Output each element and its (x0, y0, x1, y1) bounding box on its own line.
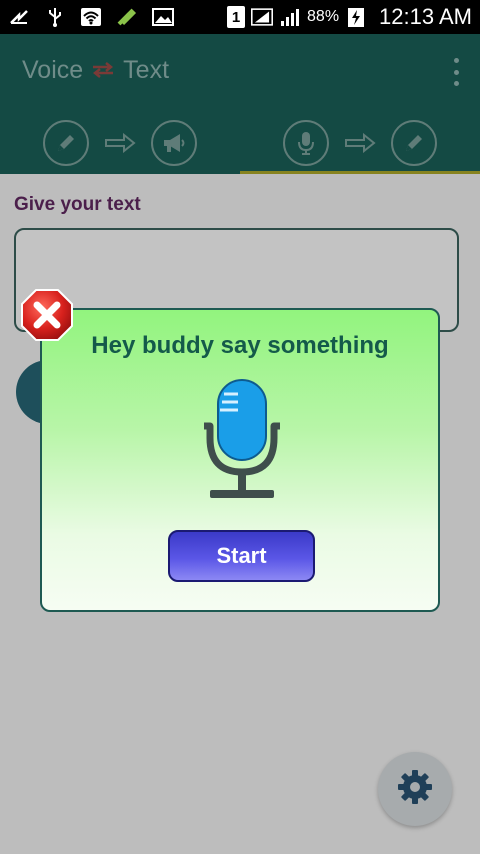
app-bar: Voice Text (0, 34, 480, 174)
sim-slot-badge: 1 (227, 6, 246, 28)
status-right: 1 88% 12:13 AM (227, 4, 472, 30)
microphone-icon (198, 376, 286, 504)
text-input-label: Give your text (14, 194, 141, 215)
wifi-icon (80, 7, 102, 27)
arrow-right-icon (103, 132, 137, 154)
title-text: Text (123, 56, 170, 84)
dialog-title: Hey buddy say something (91, 332, 389, 359)
settings-button[interactable] (378, 752, 452, 826)
edit-slash-icon (116, 7, 138, 27)
app-title: Voice Text (22, 56, 169, 85)
battery-charging-icon (345, 7, 367, 27)
battery-percentage: 88% (307, 8, 340, 25)
usb-icon (44, 7, 66, 27)
speech-dialog: Hey buddy say something Start (40, 308, 440, 612)
usb-tethering-icon (8, 7, 30, 27)
microphone-icon (283, 120, 329, 166)
status-bar: 1 88% 12:13 AM (0, 0, 480, 34)
start-button[interactable]: Start (168, 530, 315, 582)
tab-bar (0, 112, 480, 174)
swap-arrows-icon (91, 58, 115, 84)
title-voice: Voice (22, 56, 84, 84)
gear-icon (395, 767, 435, 812)
close-icon[interactable] (20, 288, 74, 342)
pencil-icon (43, 120, 89, 166)
more-vert-icon[interactable] (452, 58, 460, 86)
clock: 12:13 AM (379, 4, 472, 29)
status-left (8, 7, 174, 27)
signal-icon (279, 7, 301, 27)
image-icon (152, 7, 174, 27)
arrow-right-icon (343, 132, 377, 154)
pencil-icon (391, 120, 437, 166)
tab-voice-to-text[interactable] (240, 112, 480, 174)
tab-text-to-voice[interactable] (0, 112, 240, 174)
signal-icon (251, 7, 274, 27)
megaphone-icon (151, 120, 197, 166)
